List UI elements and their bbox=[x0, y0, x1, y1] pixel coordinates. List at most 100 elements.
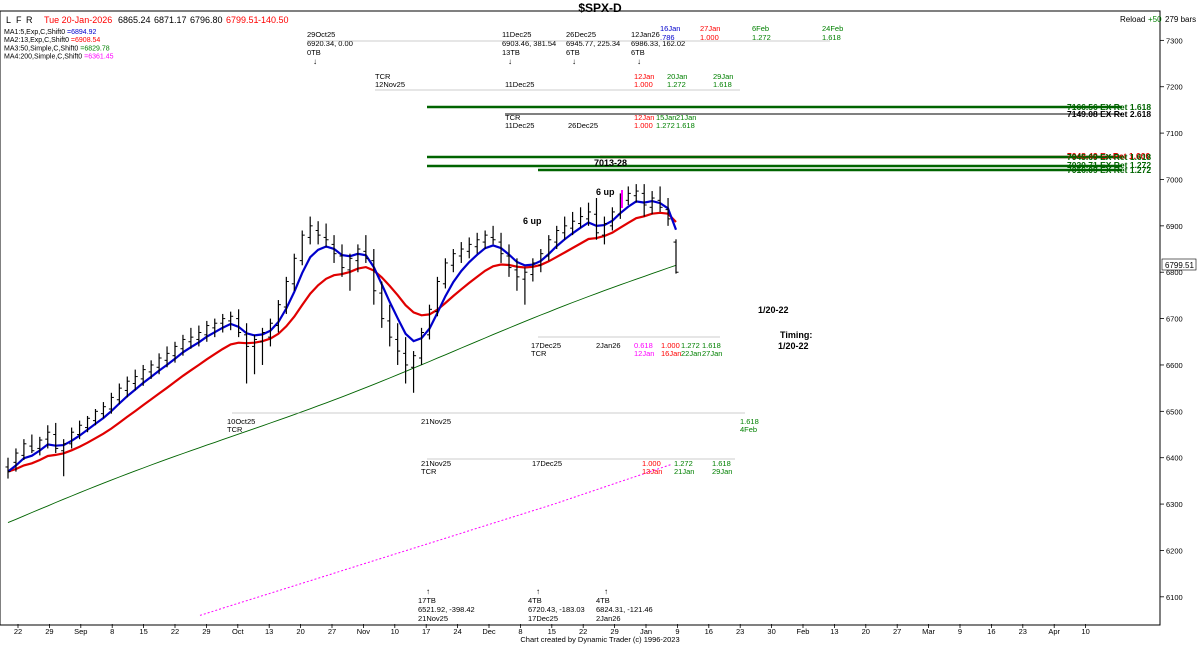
y-tick-label: 6700 bbox=[1166, 315, 1183, 324]
tcr2-ratio-value: 1.618 bbox=[676, 121, 695, 130]
x-tick-label: Apr bbox=[1048, 627, 1060, 636]
tcr3-ratio-date: 27Jan bbox=[702, 349, 722, 358]
x-tick-label: 20 bbox=[296, 627, 304, 636]
top-ratio-value: 1.272 bbox=[752, 33, 771, 42]
top-ratio-value: .786 bbox=[660, 33, 675, 42]
swing-label: 12Jan26 bbox=[631, 30, 660, 39]
chart-title: $SPX-D bbox=[578, 1, 622, 15]
swing-label: 29Oct25 bbox=[307, 30, 335, 39]
x-tick-label: 22 bbox=[171, 627, 179, 636]
tcr3-label: TCR bbox=[531, 349, 547, 358]
x-tick-label: 27 bbox=[893, 627, 901, 636]
date-note: 1/20-22 bbox=[758, 305, 789, 315]
swing-arrow: ↓ bbox=[508, 57, 512, 66]
y-tick-label: 6600 bbox=[1166, 361, 1183, 370]
chart-window: $SPX-D L F R Tue 20-Jan-2026 6865.24 687… bbox=[0, 0, 1200, 646]
swing-bars: 6TB bbox=[566, 48, 580, 57]
x-tick-label: 23 bbox=[1019, 627, 1027, 636]
bottom-swing-date: 17Dec25 bbox=[528, 614, 558, 623]
swing-bars: 13TB bbox=[502, 48, 520, 57]
retracement-label: 7149.08 EX Ret 2.618 bbox=[1067, 109, 1151, 119]
legend-value: =6829.78 bbox=[80, 45, 109, 52]
swing-bars: 0TB bbox=[307, 48, 321, 57]
tcr1-ratio-value: 1.000 bbox=[634, 80, 653, 89]
y-tick-label: 6900 bbox=[1166, 222, 1183, 231]
retracement-label: 7016.09 EX Ret 1.272 bbox=[1067, 165, 1151, 175]
bottom-swing-label: 4TB bbox=[528, 596, 542, 605]
swing-arrow: ↓ bbox=[572, 57, 576, 66]
top-ratio-value: 1.000 bbox=[700, 33, 719, 42]
y-tick-label: 7200 bbox=[1166, 83, 1183, 92]
legend-value: =6894.92 bbox=[67, 29, 96, 36]
x-tick-label: 13 bbox=[830, 627, 838, 636]
x-tick-label: Dec bbox=[482, 627, 496, 636]
tcr5-ratio-date: 13Jan bbox=[642, 467, 662, 476]
bottom-swing-label: 4TB bbox=[596, 596, 610, 605]
tcr5-mid: 17Dec25 bbox=[532, 459, 562, 468]
legend-entry: MA1:5,Exp,C,Shift0 =6894.92 bbox=[4, 29, 97, 36]
chart-background bbox=[0, 0, 1200, 646]
top-ratio-date: 16Jan bbox=[660, 24, 680, 33]
x-tick-label: Feb bbox=[797, 627, 810, 636]
swing-bars: 6TB bbox=[631, 48, 645, 57]
legend-value: =6361.45 bbox=[84, 54, 113, 61]
y-tick-label: 6300 bbox=[1166, 500, 1183, 509]
bottom-swing-value: 6720.43, -183.03 bbox=[528, 605, 585, 614]
swing-arrow-up: ↑ bbox=[536, 587, 540, 596]
x-tick-label: 10 bbox=[1081, 627, 1089, 636]
legend-entry: MA4:200,Simple,C,Shift0 =6361.45 bbox=[4, 54, 114, 61]
legend-entry: MA2:13,Exp,C,Shift0 =6908.54 bbox=[4, 37, 100, 44]
tcr5-ratio-date: 21Jan bbox=[674, 467, 694, 476]
x-tick-label: 23 bbox=[736, 627, 744, 636]
tcr3-mid: 2Jan26 bbox=[596, 341, 621, 350]
bottom-swing-date: 2Jan26 bbox=[596, 614, 621, 623]
x-tick-label: 13 bbox=[265, 627, 273, 636]
reload-button[interactable]: Reload bbox=[1120, 15, 1145, 24]
bottom-swing-value: 6824.31, -121.46 bbox=[596, 605, 653, 614]
tcr1-ratio-value: 1.272 bbox=[667, 80, 686, 89]
top-ratio-date: 27Jan bbox=[700, 24, 720, 33]
bottom-swing-value: 6521.92, -398.42 bbox=[418, 605, 475, 614]
y-tick-label: 6100 bbox=[1166, 593, 1183, 602]
tcr2-ratio-value: 1.000 bbox=[634, 121, 653, 130]
toolbar-button-l[interactable]: L bbox=[6, 15, 11, 25]
tcr1-ratio-value: 1.618 bbox=[713, 80, 732, 89]
swing-value: 6986.33, 162.02 bbox=[631, 39, 685, 48]
x-tick-label: 17 bbox=[422, 627, 430, 636]
x-tick-label: 22 bbox=[14, 627, 22, 636]
tcr3-ratio-date: 22Jan bbox=[681, 349, 701, 358]
x-tick-label: 20 bbox=[862, 627, 870, 636]
tcr3-ratio-date: 12Jan bbox=[634, 349, 654, 358]
top-ratio-date: 24Feb bbox=[822, 24, 843, 33]
swing-arrow-up: ↑ bbox=[426, 587, 430, 596]
reload-count: +50 bbox=[1148, 15, 1162, 24]
tcr2-mid: 26Dec25 bbox=[568, 121, 598, 130]
tcr1-start: 12Nov25 bbox=[375, 80, 405, 89]
x-tick-label: 30 bbox=[767, 627, 775, 636]
quote-open: 6865.24 bbox=[118, 15, 151, 25]
toolbar-button-r[interactable]: R bbox=[26, 15, 33, 25]
legend-value: =6908.54 bbox=[71, 37, 100, 44]
x-tick-label: 24 bbox=[453, 627, 461, 636]
toolbar-button-f[interactable]: F bbox=[16, 15, 22, 25]
x-tick-label: 10 bbox=[391, 627, 399, 636]
x-tick-label: 16 bbox=[987, 627, 995, 636]
quote-close: 6799.51 bbox=[226, 15, 259, 25]
wave-count-label: 6 up bbox=[523, 216, 542, 226]
timing-date: 1/20-22 bbox=[778, 341, 809, 351]
bottom-swing-label: 17TB bbox=[418, 596, 436, 605]
swing-label: 11Dec25 bbox=[502, 30, 531, 39]
tcr4-mid: 21Nov25 bbox=[421, 417, 451, 426]
y-tick-label: 6200 bbox=[1166, 546, 1183, 555]
quote-high: 6871.17 bbox=[154, 15, 187, 25]
quote-low: 6796.80 bbox=[190, 15, 223, 25]
x-tick-label: Nov bbox=[357, 627, 371, 636]
y-tick-label: 7300 bbox=[1166, 36, 1183, 45]
tcr5-ratio-date: 29Jan bbox=[712, 467, 732, 476]
x-tick-label: 29 bbox=[202, 627, 210, 636]
swing-label: 26Dec25 bbox=[566, 30, 596, 39]
x-tick-label: 27 bbox=[328, 627, 336, 636]
tcr5-label: TCR bbox=[421, 467, 437, 476]
level-label: 7013-28 bbox=[594, 158, 627, 168]
x-tick-label: 29 bbox=[45, 627, 53, 636]
